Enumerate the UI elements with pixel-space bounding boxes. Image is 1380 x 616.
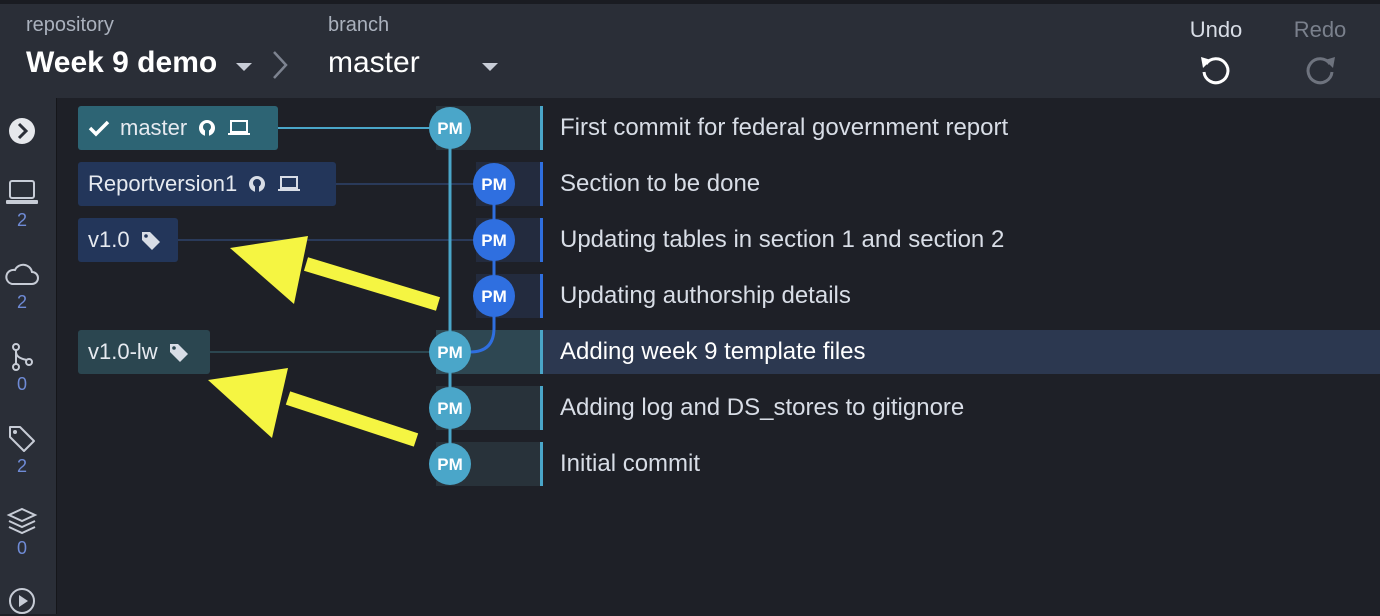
- branch-dropdown-icon[interactable]: [482, 63, 498, 71]
- cloud-icon[interactable]: [0, 260, 44, 290]
- repository-selector[interactable]: Week 9 demo: [26, 46, 217, 80]
- annotation-arrow: [230, 236, 441, 311]
- commit-message[interactable]: Updating tables in section 1 and section…: [560, 226, 1004, 254]
- toolbar: repository Week 9 demo branch master Und…: [0, 0, 1380, 98]
- left-sidebar: 2 2 0 2 0: [0, 98, 57, 614]
- redo-icon[interactable]: [1302, 52, 1338, 88]
- pull-request-icon[interactable]: [0, 342, 44, 372]
- play-circle-icon[interactable]: [0, 586, 44, 616]
- repository-label: repository: [26, 14, 114, 36]
- commit-message-selected[interactable]: Adding week 9 template files: [560, 338, 866, 366]
- branch-selector[interactable]: master: [328, 46, 420, 80]
- commit-graph-panel: PM PM PM PM PM PM PM master Reportversio…: [56, 98, 1380, 614]
- undo-icon[interactable]: [1198, 52, 1234, 88]
- redo-label[interactable]: Redo: [1280, 17, 1360, 43]
- repository-dropdown-icon[interactable]: [236, 63, 252, 71]
- breadcrumb-chevron-icon: [273, 51, 288, 79]
- pull-requests-count: 0: [16, 374, 27, 394]
- laptop-icon[interactable]: [0, 178, 44, 208]
- tags-count: 2: [16, 456, 27, 476]
- annotation-arrow: [208, 368, 419, 447]
- chevron-right-circle-icon[interactable]: [0, 116, 44, 146]
- commit-message[interactable]: Adding log and DS_stores to gitignore: [560, 394, 964, 422]
- commit-message[interactable]: Updating authorship details: [560, 282, 851, 310]
- annotation-arrows: [208, 236, 441, 447]
- branch-label: branch: [328, 14, 390, 36]
- tag-icon[interactable]: [0, 424, 44, 454]
- stack-icon[interactable]: [0, 506, 44, 536]
- commit-message[interactable]: Section to be done: [560, 170, 760, 198]
- remotes-count: 2: [16, 292, 27, 312]
- commit-message[interactable]: First commit for federal government repo…: [560, 114, 1008, 142]
- undo-label[interactable]: Undo: [1176, 17, 1256, 43]
- commit-message[interactable]: Initial commit: [560, 450, 700, 478]
- stashes-count: 0: [16, 538, 27, 558]
- local-branches-count: 2: [16, 210, 27, 230]
